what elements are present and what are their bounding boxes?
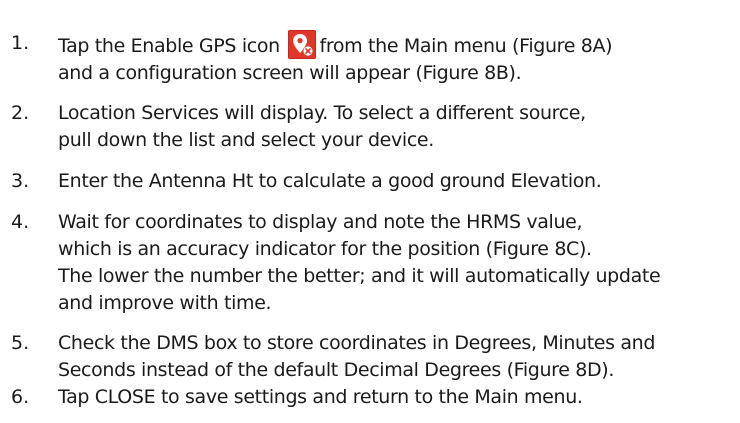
step-line: The lower the number the better; and it … <box>58 265 661 287</box>
step-line: Wait for coordinates to display and note… <box>58 211 583 233</box>
step-text: Tap the Enable GPS icon from the Main me… <box>58 30 738 87</box>
step-text: Location Services will display. To selec… <box>58 100 738 154</box>
gps-location-pin-icon <box>287 30 316 59</box>
step-number: 4. <box>11 211 30 233</box>
step-number: 3. <box>11 170 30 192</box>
step-line: which is an accuracy indicator for the p… <box>58 238 592 260</box>
step-text: Check the DMS box to store coordinates i… <box>58 330 738 384</box>
step-line: Enter the Antenna Ht to calculate a good… <box>58 170 602 192</box>
step-line: and improve with time. <box>58 292 272 314</box>
step-text: Wait for coordinates to display and note… <box>58 209 738 317</box>
step-line: and a configuration screen will appear (… <box>58 62 522 84</box>
step-number: 2. <box>11 102 30 124</box>
step-text: Tap CLOSE to save settings and return to… <box>58 384 738 411</box>
step-number: 6. <box>11 386 30 408</box>
step-number: 1. <box>11 32 30 54</box>
step-text: Enter the Antenna Ht to calculate a good… <box>58 168 738 195</box>
step-line: Location Services will display. To selec… <box>58 102 586 124</box>
step-line: Tap CLOSE to save settings and return to… <box>58 386 583 408</box>
step-text-before-icon: Tap the Enable GPS icon <box>58 35 280 57</box>
step-line: Tap the Enable GPS icon from the Main me… <box>58 30 738 60</box>
step-text-after-icon: from the Main menu (Figure 8A) <box>319 35 613 57</box>
step-number: 5. <box>11 332 30 354</box>
step-line: pull down the list and select your devic… <box>58 129 434 151</box>
step-line: Seconds instead of the default Decimal D… <box>58 359 615 381</box>
step-line: Check the DMS box to store coordinates i… <box>58 332 656 354</box>
